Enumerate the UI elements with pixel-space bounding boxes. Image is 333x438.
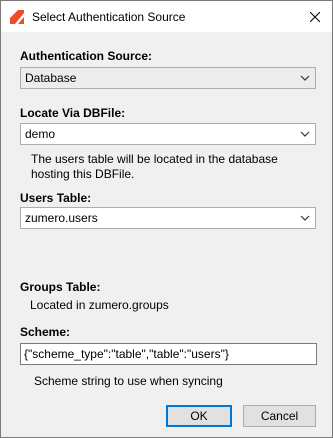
scheme-field[interactable] xyxy=(20,343,317,365)
users-table-value: zumero.users xyxy=(25,211,98,225)
locate-via-note-line1: The users table will be located in the d… xyxy=(31,152,278,166)
window-title: Select Authentication Source xyxy=(32,10,186,24)
ok-button[interactable]: OK xyxy=(166,405,232,427)
dialog-content: Authentication Source: Database Locate V… xyxy=(1,32,332,437)
cancel-button[interactable]: Cancel xyxy=(243,405,316,427)
chevron-down-icon xyxy=(300,75,310,81)
app-logo-icon xyxy=(10,10,24,24)
groups-table-note: Located in zumero.groups xyxy=(30,298,169,312)
locate-via-label: Locate Via DBFile: xyxy=(20,106,126,120)
scheme-note: Scheme string to use when syncing xyxy=(34,374,223,388)
users-table-dropdown[interactable]: zumero.users xyxy=(20,207,316,229)
close-button[interactable] xyxy=(298,1,332,32)
auth-source-label: Authentication Source: xyxy=(20,49,153,63)
dialog-window: Select Authentication Source Authenticat… xyxy=(0,0,333,438)
scheme-input[interactable] xyxy=(24,346,312,362)
locate-via-value: demo xyxy=(25,127,56,141)
chevron-down-icon xyxy=(300,131,310,137)
auth-source-value: Database xyxy=(25,71,77,85)
close-icon xyxy=(310,11,320,22)
auth-source-dropdown[interactable]: Database xyxy=(20,67,316,89)
title-bar[interactable]: Select Authentication Source xyxy=(1,1,332,32)
locate-via-dropdown[interactable]: demo xyxy=(20,123,316,145)
locate-via-note-line2: hosting this DBFile. xyxy=(31,167,135,181)
groups-table-label: Groups Table: xyxy=(20,280,101,294)
scheme-label: Scheme: xyxy=(20,325,71,339)
chevron-down-icon xyxy=(300,215,310,221)
users-table-label: Users Table: xyxy=(20,191,92,205)
